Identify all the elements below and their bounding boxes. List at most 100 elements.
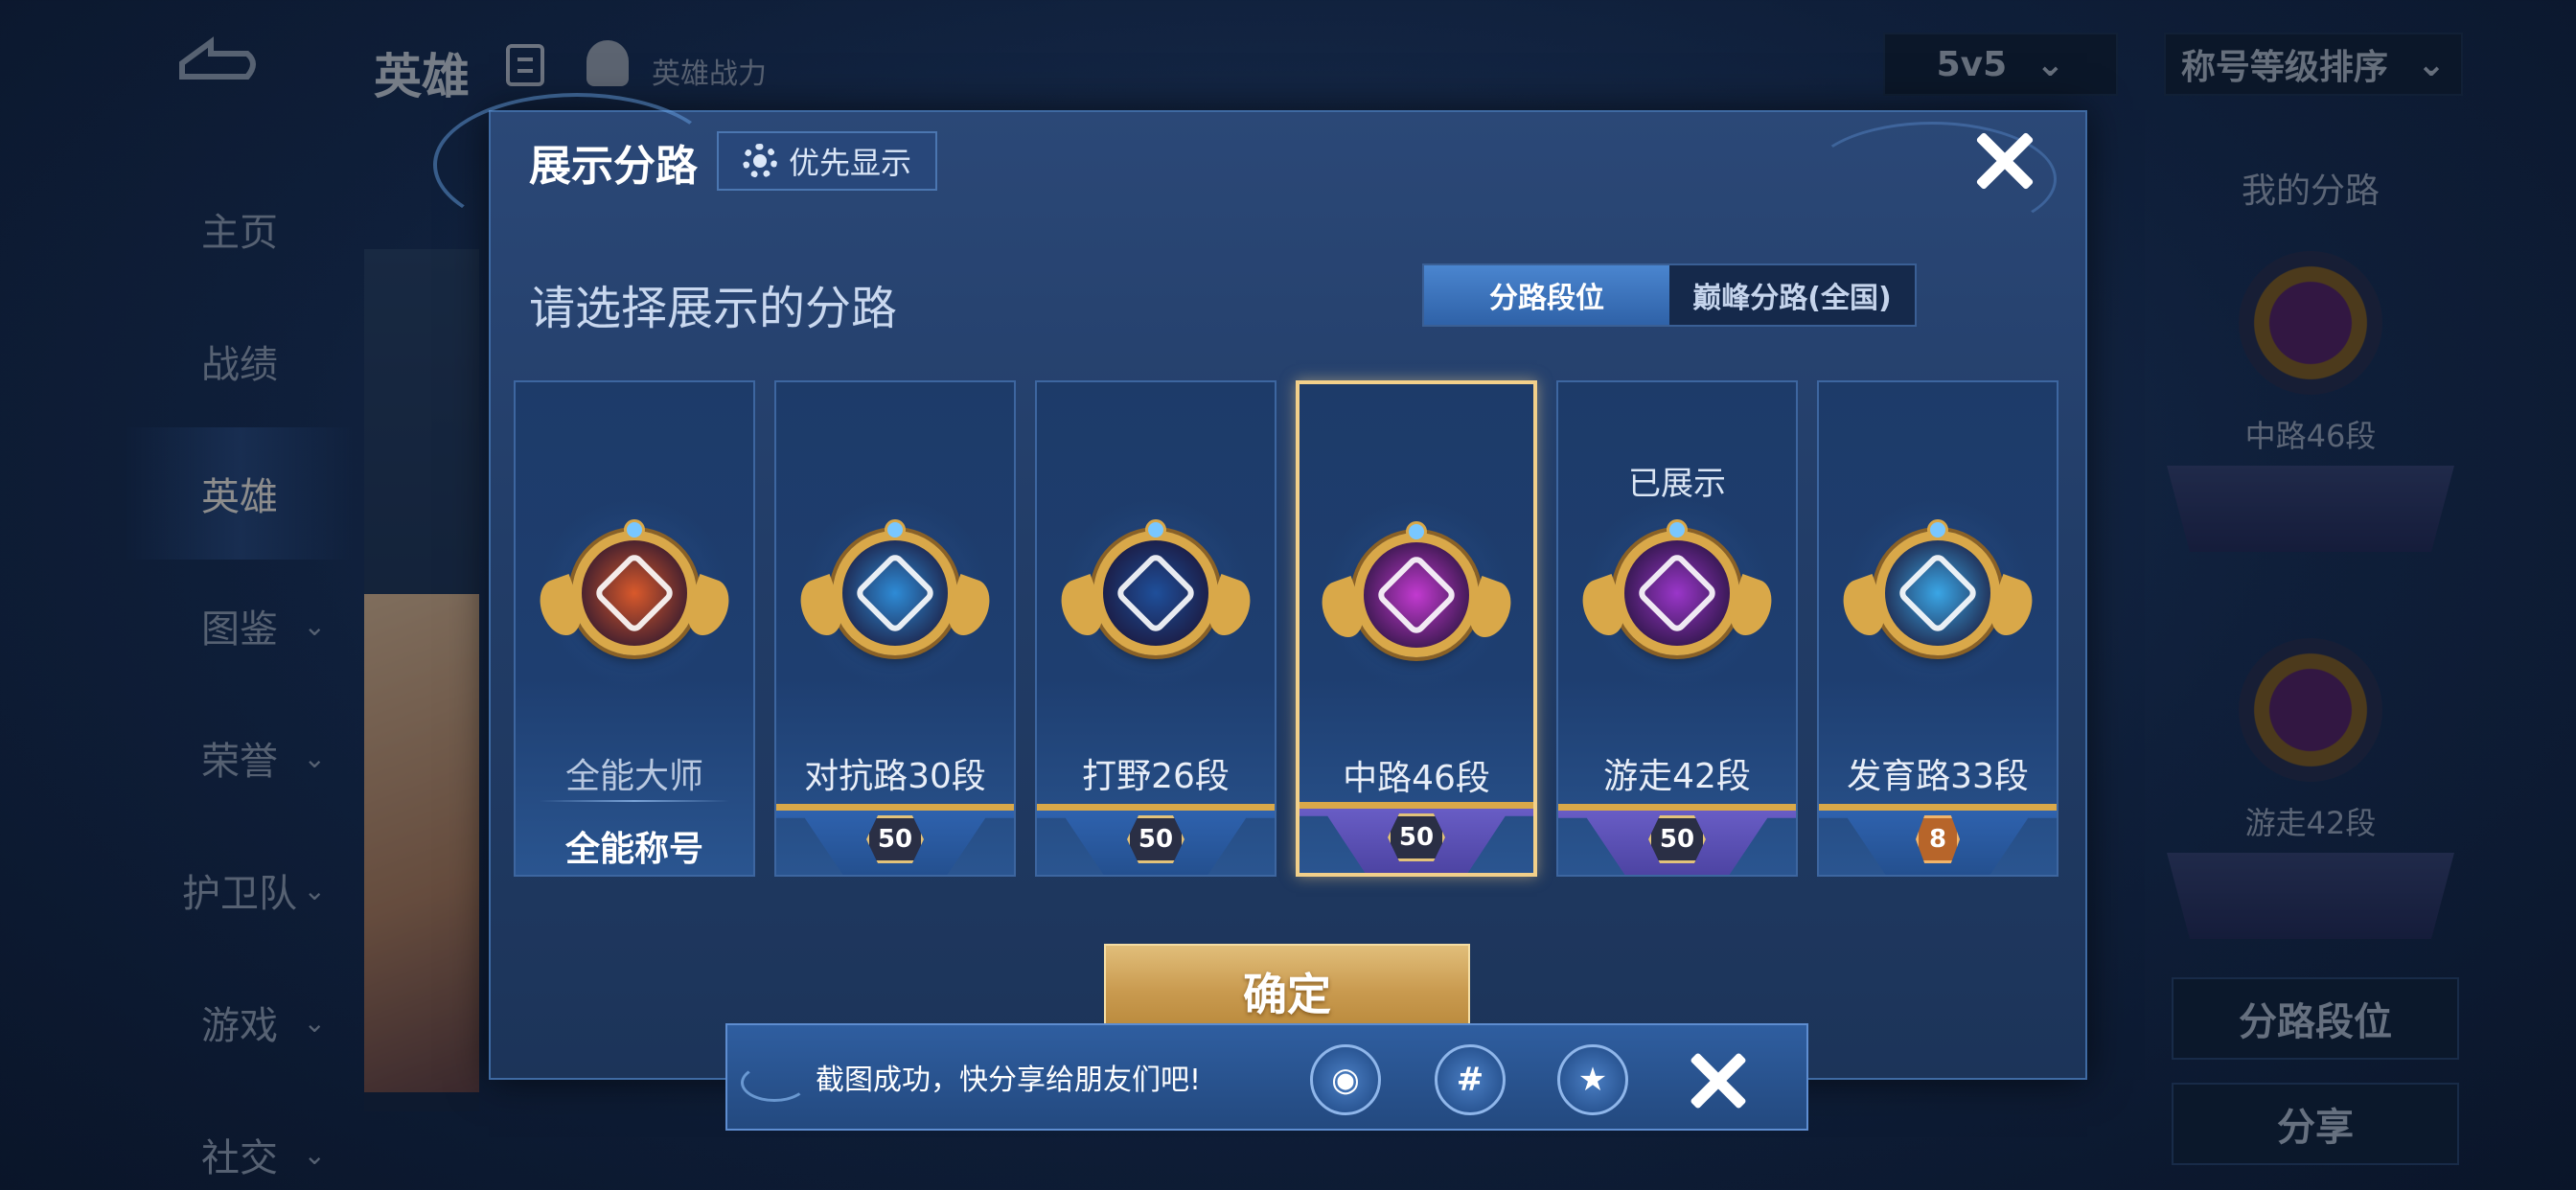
close-icon[interactable] (1970, 127, 2037, 195)
wing-icon (1053, 573, 1111, 642)
rank-level-badge: 8 (1916, 815, 1960, 863)
wing-icon (679, 573, 737, 642)
lane-glyph-icon (592, 551, 677, 635)
wing-icon (1461, 575, 1519, 644)
back-icon[interactable] (163, 34, 268, 92)
lane-glyph-icon (853, 551, 937, 635)
mode-select[interactable]: 5v5 ⌄ (1883, 33, 2118, 96)
gem-icon (1667, 519, 1688, 540)
gem-icon (1927, 519, 1948, 540)
emblem-glow (1053, 497, 1258, 689)
lane-rank-label: 全能大师 (564, 757, 703, 796)
lane-glyph-icon (1114, 551, 1198, 635)
gem-icon (624, 519, 645, 540)
lane-rank-button[interactable]: 分路段位 (2172, 977, 2459, 1060)
chevron-down-icon: ⌄ (303, 1006, 326, 1039)
rank-level-badge: 50 (1127, 815, 1184, 863)
nav-item-honor[interactable]: 荣誉 ⌄ (125, 692, 355, 824)
rank-ribbon (2167, 466, 2454, 552)
qzone-icon[interactable]: ★ (1557, 1044, 1628, 1115)
lane-emblem-icon (793, 519, 998, 655)
lane-glyph-icon (1635, 551, 1719, 635)
lane-card[interactable]: 全能大师 全能称号 (514, 380, 755, 877)
wing-icon (1722, 573, 1780, 642)
lane-rank-label: 中路46段 (1343, 759, 1490, 798)
mid-lane-emblem-icon (2239, 251, 2382, 395)
nav-label: 游戏 (201, 1004, 278, 1048)
toast-message: 截图成功，快分享给朋友们吧! (816, 1064, 1202, 1097)
lane-rank-label: 发育路33段 (1847, 757, 2029, 796)
lane-cards: 全能大师 全能称号 对抗路30段 50 打野26段 50 中路46段 50 已展示 游走42段 50… (514, 380, 2058, 877)
lane-card[interactable]: 发育路33段 8 (1817, 380, 2058, 877)
lane-display-dialog: 展示分路 优先显示 请选择展示的分路 分路段位 巅峰分路(全国) 全能大师全能称… (433, 93, 2087, 1080)
share-button[interactable]: 分享 (2172, 1083, 2459, 1165)
title-name-label: 全能称号 (564, 830, 703, 869)
emblem-glow (793, 497, 998, 689)
priority-display-button[interactable]: 优先显示 (717, 131, 937, 191)
list-icon[interactable] (506, 44, 544, 86)
nav-item-social[interactable]: 社交 ⌄ (125, 1088, 355, 1190)
my-lane-label: 中路46段 (2244, 418, 2377, 454)
sort-select-value: 称号等级排序 (2180, 48, 2388, 87)
lane-card[interactable]: 中路46段 50 (1296, 380, 1537, 877)
wing-icon (1575, 573, 1632, 642)
tab-peak-lane[interactable]: 巅峰分路(全国) (1669, 265, 1915, 325)
qq-icon[interactable]: ◉ (1310, 1044, 1381, 1115)
tab-lane-rank[interactable]: 分路段位 (1424, 265, 1669, 325)
decorative-swirl (741, 1064, 808, 1102)
chevron-down-icon: ⌄ (303, 1138, 326, 1171)
nav-label: 社交 (201, 1136, 278, 1180)
priority-display-label: 优先显示 (788, 145, 911, 181)
helmet-icon (586, 40, 629, 86)
gem-icon (1145, 519, 1166, 540)
lane-card[interactable]: 对抗路30段 50 (774, 380, 1016, 877)
lane-emblem-icon (532, 519, 737, 655)
gear-icon (742, 144, 777, 178)
chevron-down-icon: ⌄ (303, 742, 326, 774)
dialog-subtitle: 请选择展示的分路 (529, 282, 898, 335)
nav-label: 战绩 (201, 343, 278, 387)
nav-item-games[interactable]: 游戏 ⌄ (125, 956, 355, 1088)
screenshot-toast: 截图成功，快分享给朋友们吧! ◉ # ★ (725, 1023, 1808, 1131)
nav-item-home[interactable]: 主页 (125, 163, 355, 295)
wing-icon (1201, 573, 1258, 642)
lane-glyph-icon (1374, 553, 1459, 637)
emblem-glow (532, 497, 737, 689)
my-lanes-title: 我的分路 (2241, 172, 2380, 211)
nav-item-heroes[interactable]: 英雄 (125, 427, 355, 560)
rank-level-badge: 50 (1388, 813, 1445, 861)
nav-label: 英雄 (201, 475, 278, 519)
divider (539, 800, 730, 802)
lane-glyph-icon (1896, 551, 1980, 635)
nav-label: 图鉴 (201, 607, 278, 652)
emblem-glow (1314, 499, 1519, 691)
wechat-icon[interactable]: # (1435, 1044, 1506, 1115)
rank-ribbon (2167, 853, 2454, 939)
chevron-down-icon: ⌄ (303, 609, 326, 642)
lane-rank-label: 打野26段 (1082, 757, 1230, 796)
wing-icon (940, 573, 998, 642)
dialog-title: 展示分路 (529, 142, 698, 191)
nav-item-guard[interactable]: 护卫队 ⌄ (125, 824, 355, 956)
lane-emblem-icon (1314, 521, 1519, 657)
mode-select-value: 5v5 (1936, 44, 2008, 84)
hero-power-label[interactable]: 英雄战力 (652, 50, 767, 92)
emblem-glow (1835, 497, 2040, 689)
sort-select[interactable]: 称号等级排序 ⌄ (2164, 33, 2463, 96)
wing-icon (793, 573, 850, 642)
lane-emblem-icon (1575, 519, 1780, 655)
page-title: 英雄 (374, 49, 470, 104)
gem-icon (1406, 521, 1427, 542)
lane-card[interactable]: 打野26段 50 (1035, 380, 1276, 877)
side-nav: 主页 战绩 英雄 图鉴 ⌄ 荣誉 ⌄ 护卫队 ⌄ 游戏 ⌄ 社交 ⌄ (125, 163, 355, 1190)
hero-portrait (364, 594, 479, 1092)
lane-tab-switch: 分路段位 巅峰分路(全国) (1422, 263, 1917, 327)
lane-card[interactable]: 已展示 游走42段 50 (1556, 380, 1798, 877)
close-icon[interactable] (1688, 1050, 1749, 1111)
chevron-down-icon: ⌄ (2036, 44, 2065, 84)
lane-rank-label: 游走42段 (1603, 757, 1751, 796)
chevron-down-icon: ⌄ (303, 874, 326, 906)
nav-item-records[interactable]: 战绩 (125, 295, 355, 427)
rank-level-badge: 50 (866, 815, 924, 863)
nav-item-codex[interactable]: 图鉴 ⌄ (125, 560, 355, 692)
